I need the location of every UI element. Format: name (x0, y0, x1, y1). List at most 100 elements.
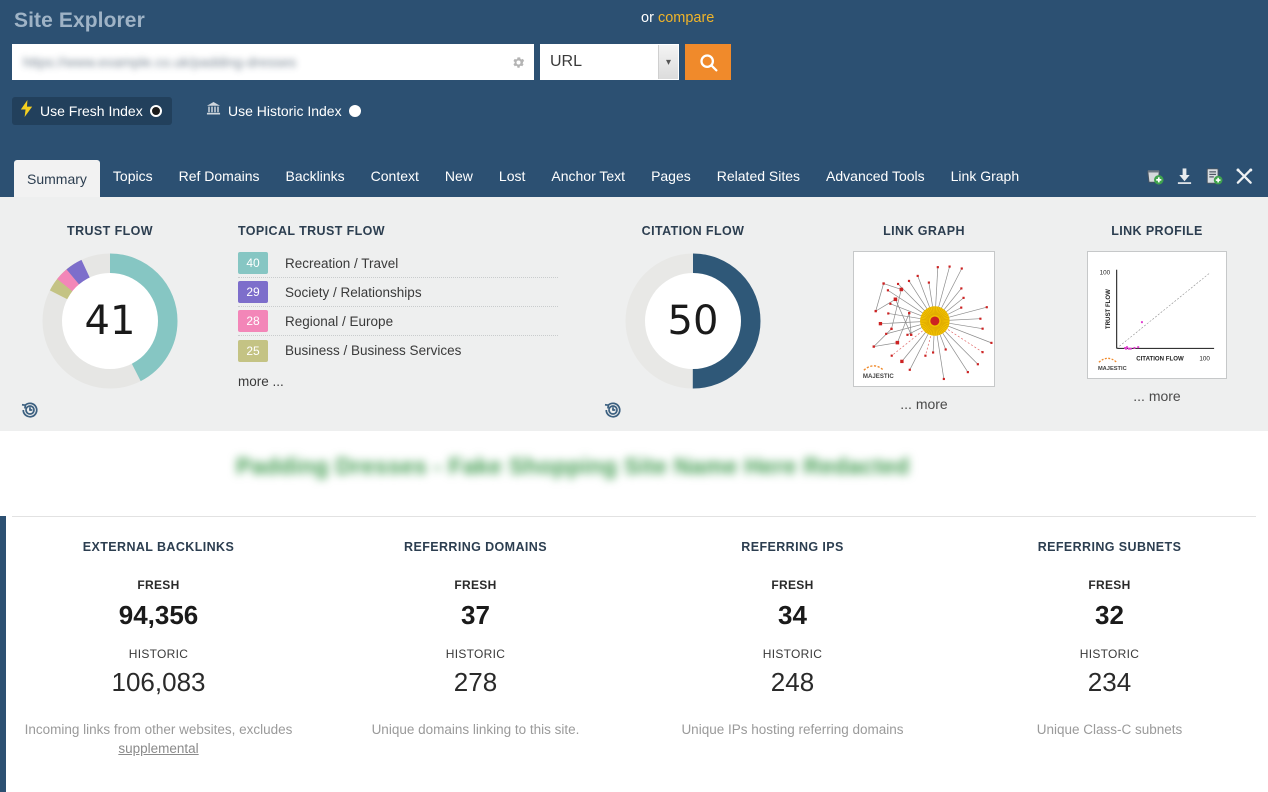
search-type-select[interactable]: URL ▾ (540, 44, 679, 80)
link-profile-x-label: CITATION FLOW (1136, 355, 1184, 362)
add-to-bucket-icon[interactable] (1145, 167, 1164, 186)
stat-description: Unique Class-C subnets (951, 720, 1268, 739)
tab-list: SummaryTopicsRef DomainsBacklinksContext… (14, 155, 1032, 197)
stat-description: Unique domains linking to this site. (317, 720, 634, 739)
search-type-value: URL (540, 53, 658, 71)
tab-lost[interactable]: Lost (486, 155, 538, 197)
compare-prefix: or (641, 10, 654, 26)
topical-trust-flow-row[interactable]: 29Society / Relationships (238, 278, 558, 307)
stat-description-text: Incoming links from other websites, excl… (25, 722, 293, 737)
search-input[interactable]: https://www.example.co.uk/padding-dresse… (13, 54, 503, 70)
tab-link-graph[interactable]: Link Graph (938, 155, 1032, 197)
trust-flow-value: 41 (62, 273, 158, 369)
link-profile-y-max: 100 (1100, 270, 1111, 277)
search-button[interactable] (685, 44, 731, 80)
link-graph-thumbnail[interactable]: MAJESTIC (853, 251, 995, 387)
add-report-icon[interactable] (1205, 167, 1223, 186)
topical-trust-flow-row[interactable]: 25Business / Business Services (238, 336, 558, 365)
citation-flow-title: CITATION FLOW (603, 224, 783, 238)
supplemental-link[interactable]: supplemental (118, 741, 198, 756)
redacted-banner-area: Padding Dresses - Fake Shopping Site Nam… (0, 431, 1268, 516)
history-clock-icon[interactable] (20, 400, 200, 425)
stat-fresh-value: 34 (634, 600, 951, 631)
topical-trust-flow-category: Regional / Europe (285, 314, 393, 329)
stat-historic-value: 278 (317, 667, 634, 698)
trust-flow-donut: 41 (41, 252, 179, 390)
use-fresh-index-toggle[interactable]: Use Fresh Index (12, 97, 172, 125)
tab-bar: SummaryTopicsRef DomainsBacklinksContext… (0, 155, 1268, 197)
stat-historic-label: HISTORIC (0, 647, 317, 661)
stat-title: REFERRING DOMAINS (317, 540, 634, 554)
stat-column: REFERRING DOMAINS FRESH 37 HISTORIC 278 Uniqu… (317, 540, 634, 758)
stat-fresh-value: 37 (317, 600, 634, 631)
stat-column: REFERRING SUBNETSFRESH32HISTORIC234Uniqu… (951, 540, 1268, 758)
tab-related-sites[interactable]: Related Sites (704, 155, 813, 197)
stat-description-text: Unique IPs hosting referring domains (681, 722, 903, 737)
link-profile-title: LINK PROFILE (1078, 224, 1236, 238)
use-fresh-index-radio[interactable] (150, 105, 162, 117)
stat-title: EXTERNAL BACKLINKS (0, 540, 317, 554)
stat-historic-label: HISTORIC (317, 647, 634, 661)
stat-description-text: Unique domains linking to this site. (372, 722, 580, 737)
redacted-site-title: Padding Dresses - Fake Shopping Site Nam… (236, 453, 1031, 485)
history-clock-icon[interactable] (603, 400, 783, 425)
gear-icon[interactable] (503, 44, 533, 80)
download-icon[interactable] (1176, 167, 1193, 185)
link-profile-block: LINK PROFILE 100 100 TRUST FLOW CITATION… (1078, 224, 1236, 404)
link-profile-more-link[interactable]: ... more (1078, 388, 1236, 404)
topical-trust-flow-list: 40Recreation / Travel29Society / Relatio… (238, 249, 558, 365)
stat-title: REFERRING IPS (634, 540, 951, 554)
tab-anchor-text[interactable]: Anchor Text (538, 155, 638, 197)
topical-trust-flow-title: TOPICAL TRUST FLOW (238, 224, 558, 238)
citation-flow-value: 50 (645, 273, 741, 369)
site-explorer-page: Site Explorer or compare https://www.exa… (0, 0, 1268, 792)
stat-historic-label: HISTORIC (951, 647, 1268, 661)
topical-trust-flow-score: 40 (238, 252, 268, 274)
topical-trust-flow-score: 29 (238, 281, 268, 303)
tab-ref-domains[interactable]: Ref Domains (166, 155, 273, 197)
stat-fresh-label: FRESH (0, 578, 317, 592)
tab-new[interactable]: New (432, 155, 486, 197)
tab-advanced-tools[interactable]: Advanced Tools (813, 155, 938, 197)
use-historic-index-toggle[interactable]: Use Historic Index (198, 97, 371, 125)
tab-topics[interactable]: Topics (100, 155, 166, 197)
link-graph-title: LINK GRAPH (845, 224, 1003, 238)
compare-link[interactable]: compare (658, 10, 714, 26)
stat-fresh-label: FRESH (634, 578, 951, 592)
tab-summary[interactable]: Summary (14, 160, 100, 197)
tab-context[interactable]: Context (358, 155, 432, 197)
stat-historic-value: 248 (634, 667, 951, 698)
stat-column: REFERRING IPS FRESH 34 HISTORIC 248 Unique IP… (634, 540, 951, 758)
tab-backlinks[interactable]: Backlinks (273, 155, 358, 197)
link-profile-thumbnail[interactable]: 100 100 TRUST FLOW CITATION FLOW MAJESTI… (1087, 251, 1227, 379)
topical-trust-flow-more-link[interactable]: more ... (238, 374, 558, 389)
use-historic-index-label: Use Historic Index (228, 103, 342, 119)
stat-fresh-label: FRESH (317, 578, 634, 592)
use-historic-index-radio[interactable] (349, 105, 361, 117)
tools-icon[interactable] (1235, 167, 1254, 186)
use-fresh-index-label: Use Fresh Index (40, 103, 143, 119)
bank-icon (206, 101, 221, 121)
tab-pages[interactable]: Pages (638, 155, 704, 197)
stat-historic-label: HISTORIC (634, 647, 951, 661)
link-graph-more-link[interactable]: ... more (845, 396, 1003, 412)
stat-description: Incoming links from other websites, excl… (0, 720, 317, 758)
link-graph-block: LINK GRAPH MAJESTIC ... more (845, 224, 1003, 412)
topical-trust-flow-row[interactable]: 28Regional / Europe (238, 307, 558, 336)
summary-panel: TRUST FLOW 41 (0, 197, 1268, 431)
backlink-stats: EXTERNAL BACKLINKSFRESH94,356HISTORIC106… (0, 540, 1268, 758)
stat-title: REFERRING SUBNETS (951, 540, 1268, 554)
stat-description: Unique IPs hosting referring domains (634, 720, 951, 739)
link-profile-y-label: TRUST FLOW (1105, 289, 1112, 329)
topical-trust-flow-block: TOPICAL TRUST FLOW 40Recreation / Travel… (238, 224, 558, 389)
topical-trust-flow-row[interactable]: 40Recreation / Travel (238, 249, 558, 278)
stat-fresh-value: 32 (951, 600, 1268, 631)
stat-fresh-value: 94,356 (0, 600, 317, 631)
trust-flow-title: TRUST FLOW (20, 224, 200, 238)
compare-area: or compare (641, 10, 714, 26)
trust-flow-block: TRUST FLOW 41 (20, 224, 200, 425)
search-box[interactable]: https://www.example.co.uk/padding-dresse… (12, 44, 534, 80)
chevron-down-icon[interactable]: ▾ (658, 45, 678, 79)
topical-trust-flow-score: 25 (238, 340, 268, 362)
stat-historic-value: 234 (951, 667, 1268, 698)
